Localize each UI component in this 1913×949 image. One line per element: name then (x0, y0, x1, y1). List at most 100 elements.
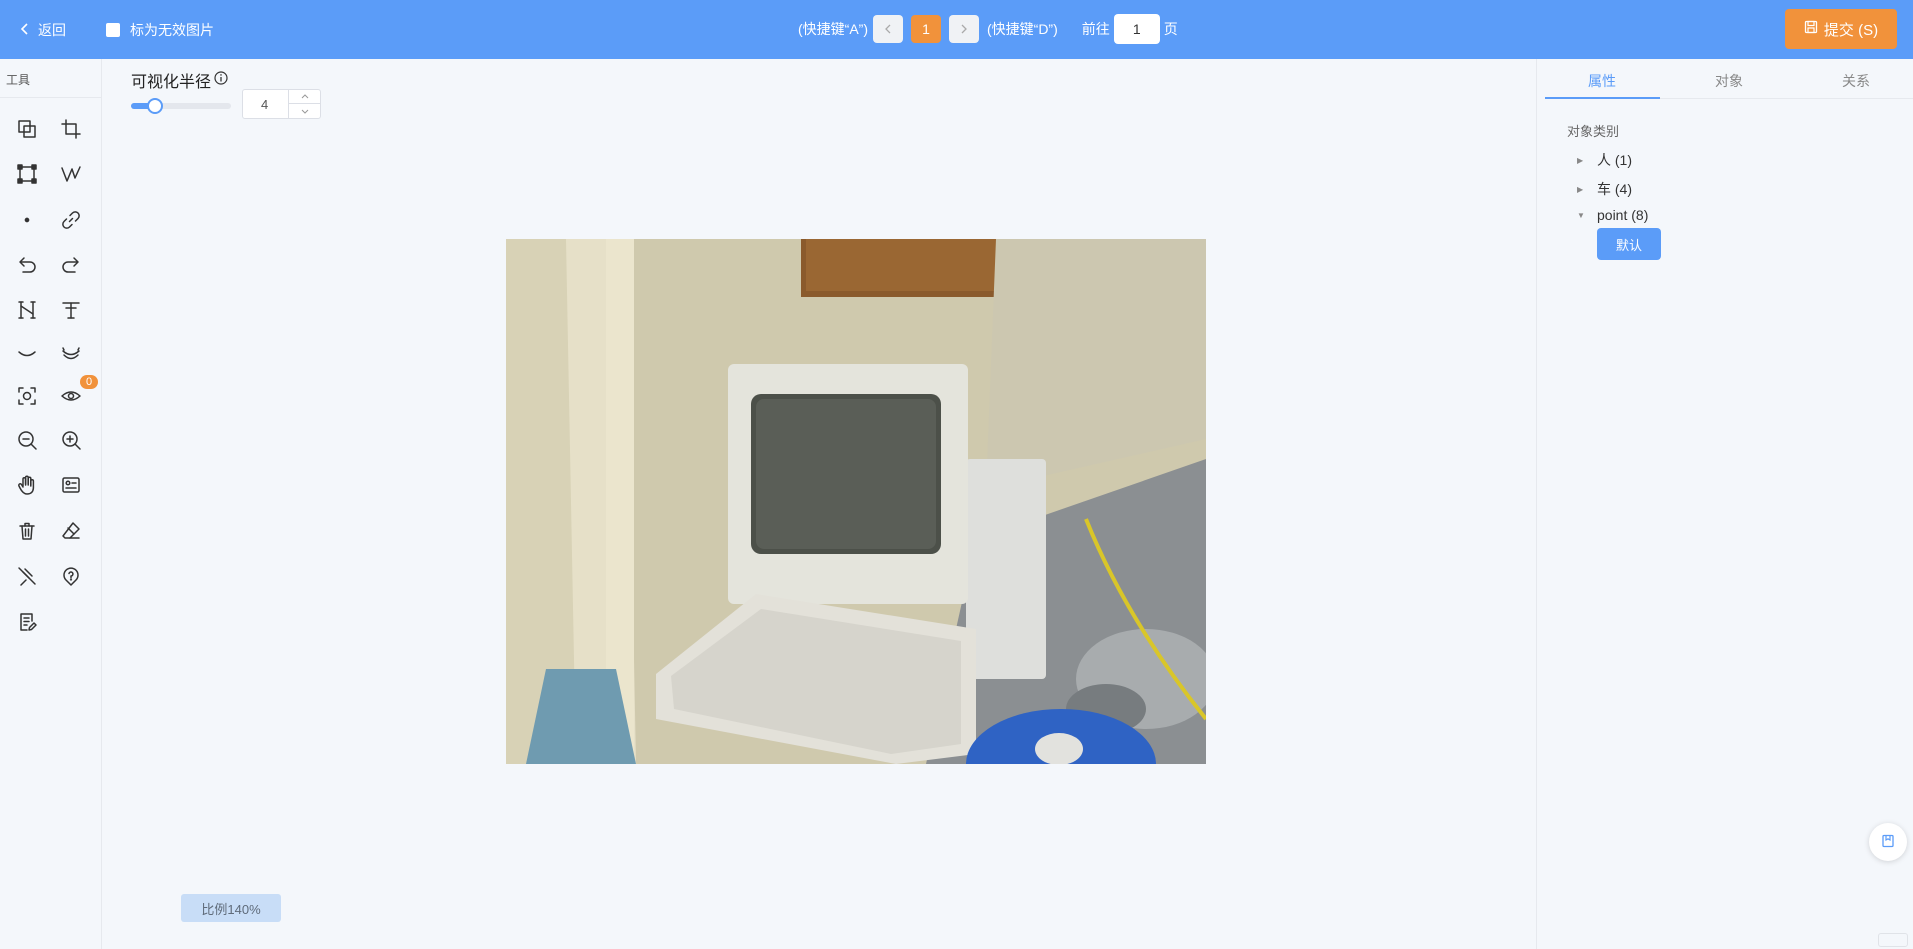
zoom-in-icon (62, 431, 81, 450)
tab-objects[interactable]: 对象 (1715, 71, 1743, 91)
default-attribute-button[interactable]: 默认 (1597, 228, 1661, 260)
submit-button[interactable]: 提交 (S) (1785, 9, 1897, 49)
info-icon[interactable] (214, 70, 228, 90)
hide-all-toggle[interactable] (58, 341, 84, 367)
current-page[interactable]: 1 (911, 15, 941, 43)
panel-tabs: 属性 对象 关系 (1545, 59, 1913, 99)
undo-icon (19, 257, 36, 273)
pager: (快捷键“A”) 1 (快捷键“D”) 前往 1 页 (798, 14, 1178, 44)
link-icon (62, 211, 80, 229)
undo-button[interactable] (14, 252, 40, 278)
crop-icon (61, 119, 81, 139)
goto-suffix: 页 (1163, 21, 1178, 37)
back-label: 返回 (38, 22, 66, 38)
eye-icon (61, 391, 81, 401)
save-draft-button[interactable] (1869, 823, 1907, 861)
hide-labels-toggle[interactable] (14, 341, 40, 367)
trash-icon (19, 522, 35, 540)
goto-prefix: 前往 (1081, 21, 1110, 37)
eye-closed-icon (18, 351, 36, 357)
chevron-left-icon (20, 22, 30, 38)
caret-right-icon[interactable]: ▶ (1577, 185, 1587, 194)
crop-tool[interactable] (58, 116, 84, 142)
number-stepper (288, 90, 320, 118)
back-button[interactable]: 返回 (20, 20, 66, 40)
category-point[interactable]: ▼ point (8) (1577, 207, 1648, 223)
visibility-toggle[interactable] (58, 383, 84, 409)
chevron-left-icon (884, 21, 892, 37)
prev-page-button[interactable] (873, 15, 903, 43)
decrement-button[interactable] (289, 104, 320, 118)
focus-tool[interactable] (14, 383, 40, 409)
eye-lashes-icon (62, 347, 80, 360)
desk-computer-photo (506, 239, 1206, 764)
slider-thumb[interactable] (147, 98, 163, 114)
copy-box-tool[interactable] (14, 116, 40, 142)
attribute-panel: 属性 对象 关系 对象类别 ▶ 人 (1) ▶ 车 (4) ▼ point (8… (1536, 59, 1913, 949)
zoom-out-button[interactable] (14, 427, 40, 453)
caret-right-icon[interactable]: ▶ (1577, 156, 1587, 165)
tab-relations[interactable]: 关系 (1842, 71, 1870, 91)
eraser-tool[interactable] (58, 518, 84, 544)
category-label: point (8) (1597, 207, 1649, 223)
category-person[interactable]: ▶ 人 (1) (1577, 150, 1632, 170)
chevron-right-icon (960, 21, 968, 37)
radius-slider[interactable] (131, 98, 231, 114)
submit-label: 提交 (S) (1823, 21, 1879, 39)
save-icon (1804, 20, 1818, 38)
radius-value[interactable]: 4 (261, 97, 268, 112)
help-button[interactable] (58, 563, 84, 589)
zoom-in-button[interactable] (58, 427, 84, 453)
category-label: 车 (4) (1597, 181, 1632, 197)
category-label: 人 (1) (1597, 152, 1632, 168)
eraser-icon (62, 522, 80, 539)
radius-label-text: 可视化半径 (131, 74, 212, 91)
point-icon (24, 217, 30, 223)
zoom-scale-label: 比例140% (181, 894, 281, 922)
delete-button[interactable] (14, 518, 40, 544)
rectangle-tool[interactable] (14, 161, 40, 187)
increment-button[interactable] (289, 90, 320, 104)
panel-resize-handle[interactable] (1878, 933, 1908, 947)
next-shortcut-hint: (快捷键“D”) (987, 21, 1058, 37)
next-page-button[interactable] (949, 15, 979, 43)
hidden-count-badge: 0 (80, 375, 98, 389)
redo-button[interactable] (58, 252, 84, 278)
text-icon (62, 302, 80, 319)
notes-button[interactable] (14, 609, 40, 635)
tab-properties[interactable]: 属性 (1588, 71, 1616, 91)
radius-number-input[interactable]: 4 (242, 89, 321, 119)
annotation-image[interactable] (506, 239, 1206, 764)
cancel-pin-tool[interactable] (14, 563, 40, 589)
text-tool[interactable] (58, 297, 84, 323)
prev-shortcut-hint: (快捷键“A”) (798, 21, 868, 37)
hand-icon (18, 475, 35, 495)
tool-panel: 工具 (0, 59, 102, 949)
point-tool[interactable] (14, 207, 40, 233)
pin-off-icon (18, 567, 36, 586)
mark-invalid-label: 标为无效图片 (130, 22, 214, 38)
goto-page-input[interactable]: 1 (1113, 14, 1160, 44)
image-card-icon (62, 477, 80, 493)
document-edit-icon (20, 613, 37, 631)
polyline-tool[interactable] (58, 161, 84, 187)
checkbox-box[interactable] (106, 23, 120, 37)
rectangle-icon (17, 164, 37, 184)
category-car[interactable]: ▶ 车 (4) (1577, 179, 1632, 199)
top-bar: 返回 标为无效图片 (快捷键“A”) 1 (快捷键“D”) 前往 1 页 提交 … (0, 0, 1913, 59)
height-tool[interactable] (14, 297, 40, 323)
height-icon (18, 301, 36, 319)
radius-label: 可视化半径 (131, 68, 228, 92)
caret-down-icon[interactable]: ▼ (1577, 211, 1587, 220)
redo-icon (62, 257, 79, 273)
polyline-icon (61, 166, 81, 182)
help-pin-icon (63, 567, 79, 586)
link-tool[interactable] (58, 207, 84, 233)
zoom-out-icon (18, 431, 37, 450)
divider (0, 97, 102, 98)
category-title: 对象类别 (1567, 124, 1620, 139)
image-settings-button[interactable] (58, 472, 84, 498)
mark-invalid-checkbox[interactable]: 标为无效图片 (106, 20, 214, 40)
bookmark-icon (1881, 834, 1895, 851)
pan-tool[interactable] (14, 472, 40, 498)
